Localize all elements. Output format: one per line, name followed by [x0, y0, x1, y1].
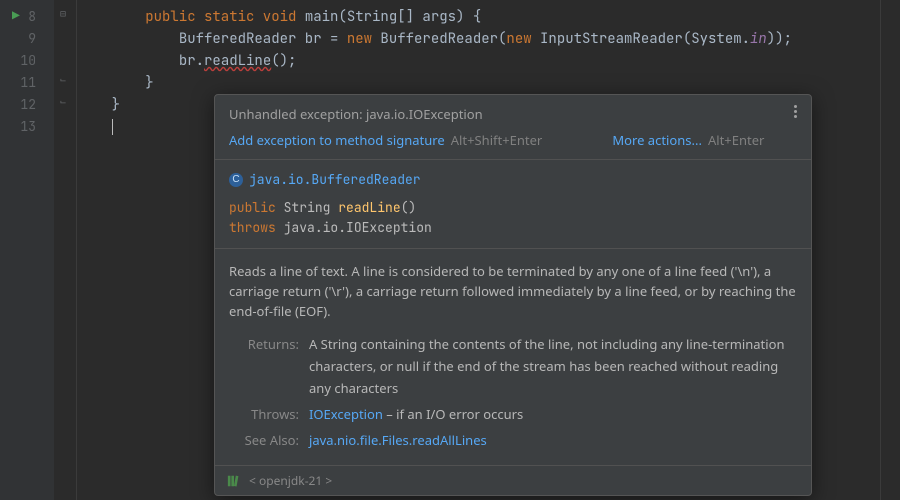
code-line[interactable]: public static void main(String[] args) { [78, 6, 900, 28]
line-number[interactable]: 8 [0, 6, 54, 28]
fold-end-icon[interactable]: ⌙ [60, 73, 66, 86]
fold-end-icon[interactable]: ⌙ [60, 95, 66, 108]
line-number[interactable]: 10 [0, 50, 54, 72]
more-actions-link[interactable]: More actions... [612, 131, 702, 149]
error-underline: readLine [204, 52, 271, 70]
seealso-link[interactable]: java.nio.file.Files.readAllLines [309, 431, 487, 449]
shortcut-hint: Alt+Enter [708, 131, 764, 149]
quickfix-doc-popup: Unhandled exception: java.io.IOException… [214, 94, 812, 496]
code-editor[interactable]: ▶ 8 9 10 11 12 13 ⊟ ⌙ ⌙ public static vo… [0, 0, 900, 500]
fold-start-icon[interactable]: ⊟ [60, 7, 66, 20]
class-link[interactable]: java.io.BufferedReader [249, 171, 421, 188]
gutter-separator [76, 0, 77, 500]
code-line[interactable]: br.readLine(); [78, 50, 900, 72]
line-number[interactable]: 11 [0, 72, 54, 94]
signature-block: Cjava.io.BufferedReader public String re… [215, 160, 811, 249]
run-gutter-icon[interactable]: ▶ [12, 7, 20, 24]
code-line[interactable]: BufferedReader br = new BufferedReader(n… [78, 28, 900, 50]
throws-label: Throws: [229, 403, 309, 425]
popup-title: Unhandled exception: java.io.IOException [229, 105, 797, 123]
returns-row: Returns: A String containing the content… [229, 333, 797, 399]
class-icon: C [229, 173, 243, 187]
library-icon [227, 474, 241, 488]
line-number[interactable]: 9 [0, 28, 54, 50]
more-menu-icon[interactable] [789, 103, 801, 120]
throws-row: Throws: IOException – if an I/O error oc… [229, 403, 797, 425]
seealso-label: See Also: [229, 429, 309, 451]
add-exception-action[interactable]: Add exception to method signature [229, 131, 445, 149]
popup-actions: Add exception to method signature Alt+Shi… [215, 129, 811, 160]
line-number[interactable]: 12 [0, 94, 54, 116]
line-number[interactable]: 13 [0, 116, 54, 138]
doc-description: Reads a line of text. A line is consider… [215, 249, 811, 331]
caret [112, 119, 113, 135]
shortcut-hint: Alt+Shift+Enter [451, 131, 543, 149]
popup-footer: < openjdk-21 > [215, 465, 811, 495]
code-line[interactable]: } [78, 72, 900, 94]
sdk-label[interactable]: < openjdk-21 > [249, 472, 332, 489]
gutter: ▶ 8 9 10 11 12 13 [0, 0, 54, 500]
returns-text: A String containing the contents of the … [309, 333, 797, 399]
fold-column: ⊟ ⌙ ⌙ [58, 0, 74, 500]
throws-link[interactable]: IOException [309, 405, 383, 423]
returns-label: Returns: [229, 333, 309, 399]
throws-text: – if an I/O error occurs [383, 405, 523, 423]
seealso-row: See Also: java.nio.file.Files.readAllLin… [229, 429, 797, 451]
